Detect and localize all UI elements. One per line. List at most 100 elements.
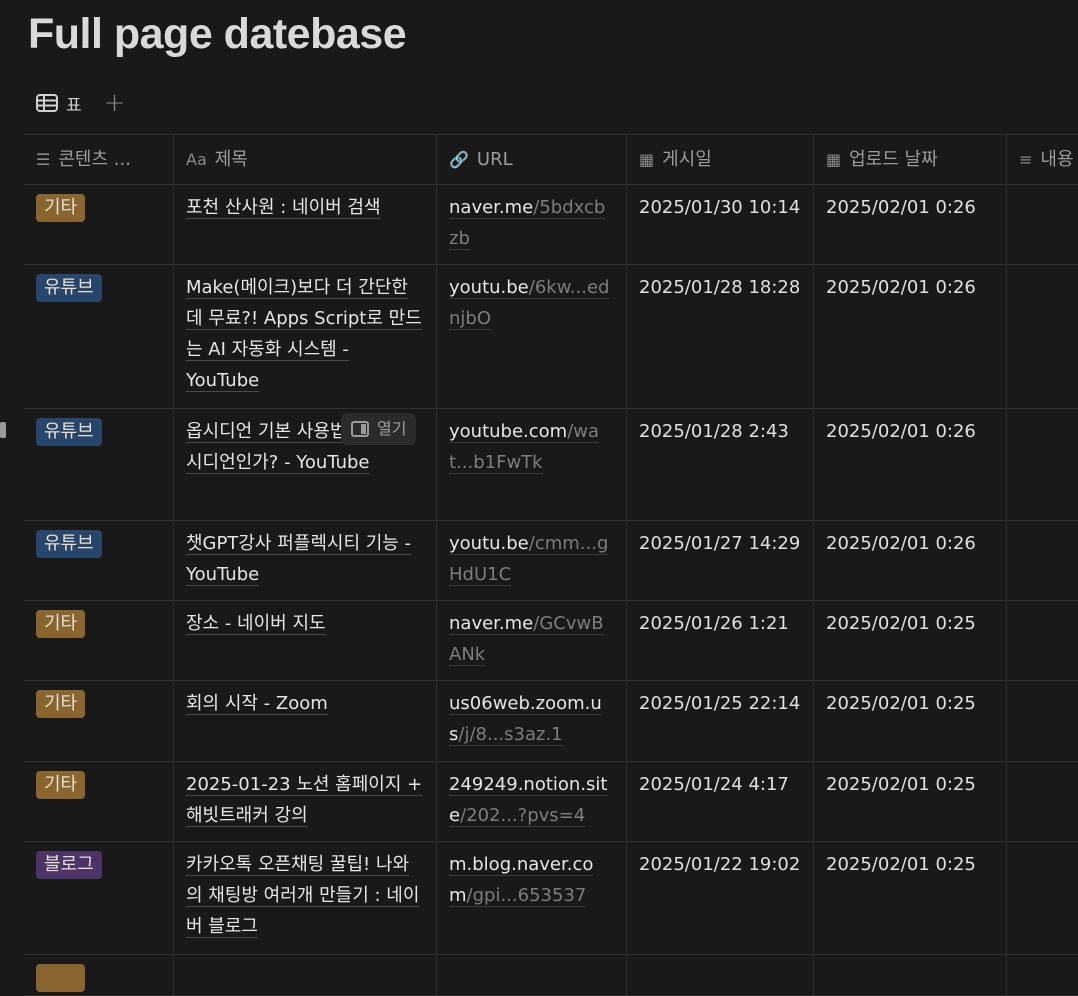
page-title-link[interactable]: 2025-01-23 노션 홈페이지 + 해빗트래커 강의	[186, 774, 423, 827]
table-row[interactable]: 기타	[24, 955, 1078, 996]
url-link[interactable]: 249249.notion.site/202...?pvs=4	[449, 774, 608, 827]
column-header[interactable]: ≡ 내용	[1007, 135, 1078, 184]
category-tag: 유튜브	[36, 418, 102, 446]
content-cell[interactable]	[1007, 681, 1078, 761]
url-link[interactable]: naver.me/5bdxcbzb	[449, 197, 606, 250]
page-title-link[interactable]: 회의 시작 - Zoom	[186, 693, 328, 715]
column-label: 게시일	[662, 149, 712, 170]
category-cell[interactable]: 유튜브	[24, 409, 174, 520]
posted-date[interactable]: 2025/01/22 19:02	[627, 842, 814, 954]
content-cell[interactable]	[1007, 409, 1078, 520]
column-header[interactable]: 🔗 URL	[437, 135, 627, 184]
content-cell[interactable]	[1007, 601, 1078, 680]
table-row[interactable]: 유튜브 옵시디언 기본 사용법 + 왜 옵시디언인가? - YouTube yout…	[24, 409, 1078, 521]
table-row[interactable]: 기타 장소 - 네이버 지도 naver.me/GCvwBANk 2025/01/26…	[24, 601, 1078, 681]
drag-handle[interactable]	[0, 422, 6, 438]
uploaded-date[interactable]	[814, 955, 1007, 995]
posted-date[interactable]: 2025/01/26 1:21	[627, 601, 814, 680]
column-header[interactable]: ▦ 게시일	[627, 135, 814, 184]
page-title-link[interactable]: 포천 산사원 : 네이버 검색	[186, 197, 381, 219]
tab-table-view[interactable]: 표	[66, 91, 82, 116]
open-label: 열기	[377, 419, 407, 438]
uploaded-date[interactable]: 2025/02/01 0:25	[814, 681, 1007, 761]
posted-date[interactable]: 2025/01/28 2:43	[627, 409, 814, 520]
url-link[interactable]: youtube.com/wat...b1FwTk	[449, 421, 600, 474]
category-cell[interactable]: 기타	[24, 601, 174, 680]
table-row[interactable]: 블로그 카카오톡 오픈채팅 꿀팁! 나와의 채팅방 여러개 만들기 : 네이버 블…	[24, 842, 1078, 955]
title-cell[interactable]: 챗GPT강사 퍼플렉시티 기능 - YouTube	[174, 521, 437, 600]
content-cell[interactable]	[1007, 265, 1078, 408]
category-cell[interactable]: 유튜브	[24, 265, 174, 408]
category-cell[interactable]: 기타	[24, 955, 174, 995]
page-title-link[interactable]: 장소 - 네이버 지도	[186, 613, 326, 635]
content-cell[interactable]	[1007, 842, 1078, 954]
page-title-link[interactable]: 챗GPT강사 퍼플렉시티 기능 - YouTube	[186, 533, 412, 586]
column-label: 업로드 날짜	[849, 149, 938, 170]
url-cell[interactable]: m.blog.naver.com/gpi...653537	[437, 842, 627, 954]
url-cell[interactable]: youtu.be/cmm...gHdU1C	[437, 521, 627, 600]
title-cell[interactable]	[174, 955, 437, 995]
category-cell[interactable]: 블로그	[24, 842, 174, 954]
title-cell[interactable]: 장소 - 네이버 지도	[174, 601, 437, 680]
url-cell[interactable]: 249249.notion.site/202...?pvs=4	[437, 762, 627, 841]
uploaded-date[interactable]: 2025/02/01 0:25	[814, 842, 1007, 954]
category-tag: 기타	[36, 194, 86, 222]
posted-date[interactable]: 2025/01/24 4:17	[627, 762, 814, 841]
view-bar: 표 +	[36, 90, 125, 116]
page-title-link[interactable]: 카카오톡 오픈채팅 꿀팁! 나와의 채팅방 여러개 만들기 : 네이버 블로그	[186, 854, 420, 938]
content-cell[interactable]	[1007, 955, 1078, 995]
uploaded-date[interactable]: 2025/02/01 0:26	[814, 185, 1007, 264]
category-cell[interactable]: 기타	[24, 762, 174, 841]
column-header[interactable]: Aa 제목	[174, 135, 437, 184]
uploaded-date[interactable]: 2025/02/01 0:26	[814, 409, 1007, 520]
column-header[interactable]: ☰ 콘텐츠 ...	[24, 135, 174, 184]
posted-date[interactable]: 2025/01/30 10:14	[627, 185, 814, 264]
uploaded-date[interactable]: 2025/02/01 0:25	[814, 762, 1007, 841]
table-row[interactable]: 유튜브 챗GPT강사 퍼플렉시티 기능 - YouTube youtu.be/cmm…	[24, 521, 1078, 601]
plus-icon[interactable]: +	[104, 90, 126, 116]
content-cell[interactable]	[1007, 185, 1078, 264]
title-cell[interactable]: 2025-01-23 노션 홈페이지 + 해빗트래커 강의	[174, 762, 437, 841]
title-cell[interactable]: 회의 시작 - Zoom	[174, 681, 437, 761]
url-cell[interactable]: youtu.be/6kw...ednjbO	[437, 265, 627, 408]
category-tag: 기타	[36, 964, 86, 992]
content-cell[interactable]	[1007, 521, 1078, 600]
open-button[interactable]: 열기	[341, 413, 417, 445]
category-tag: 기타	[36, 771, 86, 799]
table-row[interactable]: 유튜브 Make(메이크)보다 더 간단한데 무료?! Apps Script로 …	[24, 265, 1078, 409]
url-link[interactable]: naver.me/GCvwBANk	[449, 613, 604, 666]
title-cell[interactable]: 카카오톡 오픈채팅 꿀팁! 나와의 채팅방 여러개 만들기 : 네이버 블로그	[174, 842, 437, 954]
side-peek-icon	[351, 421, 369, 437]
url-cell[interactable]	[437, 955, 627, 995]
category-cell[interactable]: 기타	[24, 185, 174, 264]
category-cell[interactable]: 기타	[24, 681, 174, 761]
table-row[interactable]: 기타 2025-01-23 노션 홈페이지 + 해빗트래커 강의 249249.no…	[24, 762, 1078, 842]
posted-date[interactable]: 2025/01/27 14:29	[627, 521, 814, 600]
url-link[interactable]: youtu.be/cmm...gHdU1C	[449, 533, 609, 586]
list-icon: ☰	[36, 150, 51, 169]
url-link[interactable]: youtu.be/6kw...ednjbO	[449, 277, 610, 330]
posted-date[interactable]: 2025/01/25 22:14	[627, 681, 814, 761]
title-cell[interactable]: Make(메이크)보다 더 간단한데 무료?! Apps Script로 만드는…	[174, 265, 437, 408]
column-header[interactable]: ▦ 업로드 날짜	[814, 135, 1007, 184]
url-link[interactable]: m.blog.naver.com/gpi...653537	[449, 854, 594, 907]
uploaded-date[interactable]: 2025/02/01 0:26	[814, 265, 1007, 408]
table-row[interactable]: 기타 회의 시작 - Zoom us06web.zoom.us/j/8...s3az…	[24, 681, 1078, 762]
category-cell[interactable]: 유튜브	[24, 521, 174, 600]
url-link[interactable]: us06web.zoom.us/j/8...s3az.1	[449, 693, 602, 746]
uploaded-date[interactable]: 2025/02/01 0:25	[814, 601, 1007, 680]
url-cell[interactable]: naver.me/5bdxcbzb	[437, 185, 627, 264]
url-domain: naver.me	[449, 613, 534, 634]
url-cell[interactable]: naver.me/GCvwBANk	[437, 601, 627, 680]
table-row[interactable]: 기타 포천 산사원 : 네이버 검색 naver.me/5bdxcbzb 2025/0…	[24, 185, 1078, 265]
title-cell[interactable]: 포천 산사원 : 네이버 검색	[174, 185, 437, 264]
table-header: ☰ 콘텐츠 ... Aa 제목 🔗 URL ▦ 게시일 ▦ 업로드 날짜 ≡ 내용	[24, 135, 1078, 185]
url-cell[interactable]: us06web.zoom.us/j/8...s3az.1	[437, 681, 627, 761]
uploaded-date[interactable]: 2025/02/01 0:26	[814, 521, 1007, 600]
content-cell[interactable]	[1007, 762, 1078, 841]
posted-date[interactable]	[627, 955, 814, 995]
column-label: 내용	[1040, 149, 1074, 170]
page-title-link[interactable]: Make(메이크)보다 더 간단한데 무료?! Apps Script로 만드는…	[186, 277, 422, 392]
posted-date[interactable]: 2025/01/28 18:28	[627, 265, 814, 408]
url-cell[interactable]: youtube.com/wat...b1FwTk	[437, 409, 627, 520]
